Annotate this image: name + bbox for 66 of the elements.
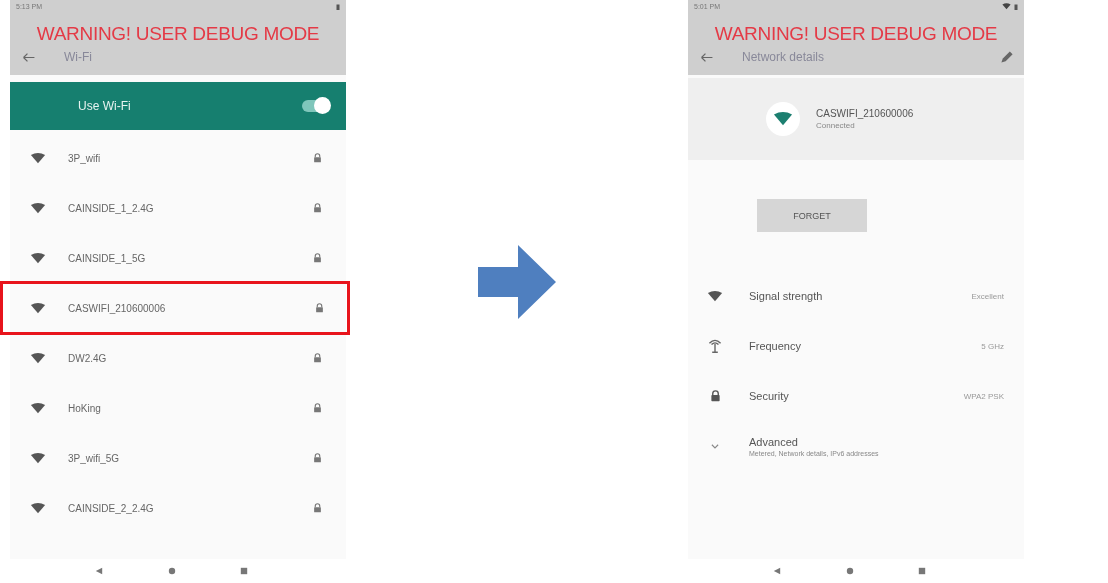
lock-icon <box>313 203 322 213</box>
debug-warning: WARNING! USER DEBUG MODE <box>713 23 999 45</box>
forget-button[interactable]: FORGET <box>757 199 867 232</box>
network-item[interactable]: CAINSIDE_2_2.4G <box>10 483 346 533</box>
detail-label[interactable]: Advanced <box>749 435 1004 448</box>
wifi-icon <box>30 202 46 214</box>
back-icon[interactable] <box>22 51 36 63</box>
detail-label: Frequency <box>749 340 802 352</box>
connection-status: Connected <box>816 121 856 130</box>
wifi-icon <box>30 352 46 364</box>
lock-icon <box>313 403 322 413</box>
network-name: DW2.4G <box>68 352 108 364</box>
wifi-icon <box>30 452 46 464</box>
edit-icon[interactable] <box>1000 50 1014 64</box>
lock-icon <box>313 503 322 513</box>
network-item[interactable]: HoKing <box>10 383 346 433</box>
screen-title: Network details <box>742 50 825 64</box>
network-name: HoKing <box>68 402 102 414</box>
network-name: 3P_wifi_5G <box>68 452 121 464</box>
network-item[interactable]: 3P_wifi_5G <box>10 433 346 483</box>
back-icon[interactable] <box>700 51 714 63</box>
network-item[interactable]: CAINSIDE_1_5G <box>10 233 346 283</box>
wifi-icon <box>30 402 46 414</box>
detail-value: Excellent <box>971 291 1004 301</box>
chevron-down-icon[interactable] <box>710 442 720 450</box>
lock-icon <box>313 153 322 163</box>
lock-icon <box>709 390 721 402</box>
detail-value: WPA2 PSK <box>963 391 1004 401</box>
screen-title: Wi-Fi <box>64 50 92 64</box>
lock-icon <box>313 453 322 463</box>
network-item[interactable]: CAINSIDE_1_2.4G <box>10 183 346 233</box>
network-name: CAINSIDE_1_5G <box>68 252 147 264</box>
switch-label: Use Wi-Fi <box>78 99 131 113</box>
home-dot-icon[interactable] <box>167 567 176 575</box>
recents-square-icon[interactable] <box>240 567 248 575</box>
wifi-icon <box>30 502 46 514</box>
detail-value: 5 GHz <box>981 341 1004 351</box>
network-name: 3P_wifi <box>68 152 102 164</box>
back-triangle-icon[interactable] <box>95 567 103 575</box>
lock-icon <box>313 253 322 263</box>
wifi-toggle[interactable] <box>302 100 328 112</box>
wifi-icon <box>707 290 723 302</box>
recents-square-icon[interactable] <box>918 567 926 575</box>
wifi-icon <box>30 252 46 264</box>
back-triangle-icon[interactable] <box>773 567 781 575</box>
network-name: CASWIFI_210600006 <box>816 108 914 119</box>
wifi-badge-icon <box>766 102 800 136</box>
battery-icon <box>1014 3 1018 11</box>
debug-warning: WARNING! USER DEBUG MODE <box>35 23 321 45</box>
network-item[interactable]: CASWIFI_210600006 <box>2 283 348 333</box>
detail-label: Signal strength <box>749 290 824 302</box>
network-name: CAINSIDE_2_2.4G <box>68 502 155 514</box>
right-arrow-icon <box>478 244 556 319</box>
battery-icon <box>336 3 340 11</box>
network-item[interactable]: 3P_wifi <box>10 133 346 183</box>
lock-icon <box>315 303 324 313</box>
home-dot-icon[interactable] <box>845 567 854 575</box>
network-item[interactable]: DW2.4G <box>10 333 346 383</box>
wifi-icon <box>30 302 46 314</box>
wifi-signal-icon <box>1002 3 1011 10</box>
lock-icon <box>313 353 322 363</box>
detail-label: Security <box>749 390 790 402</box>
wifi-icon <box>30 152 46 164</box>
antenna-icon <box>708 339 722 353</box>
network-name: CASWIFI_210600006 <box>68 302 167 314</box>
network-name: CAINSIDE_1_2.4G <box>68 202 155 214</box>
